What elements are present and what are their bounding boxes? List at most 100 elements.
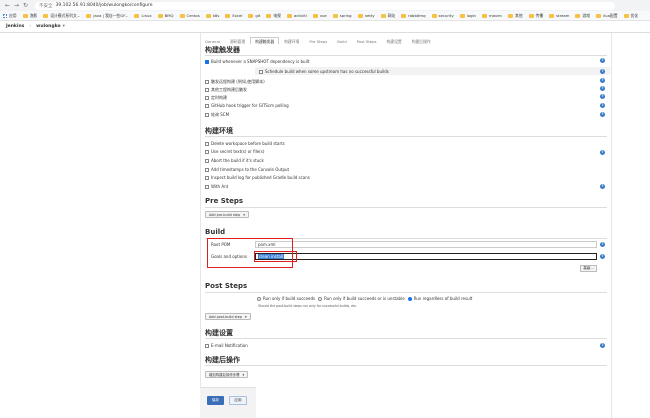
add-post-build-step-button[interactable]: Add post-build step ▾	[205, 313, 251, 320]
trigger-github-hook[interactable]: GitHub hook trigger for GITScm polling	[205, 103, 289, 108]
bookmark-item[interactable]: ilua配置	[596, 13, 618, 19]
checkbox[interactable]	[205, 184, 209, 189]
help-icon[interactable]: ?	[600, 343, 605, 348]
advanced-button[interactable]: 高级...	[580, 265, 597, 272]
folder-icon	[596, 13, 602, 18]
bookmark-item[interactable]: 其他	[507, 13, 523, 19]
env-with-ant[interactable]: With Ant	[205, 184, 228, 189]
checkbox[interactable]	[205, 167, 209, 172]
trigger-snapshot[interactable]: Build whenever a SNAPSHOT dependency is …	[205, 59, 309, 64]
help-icon[interactable]: ?	[600, 254, 605, 259]
checkbox[interactable]	[205, 113, 209, 117]
help-icon[interactable]: ?	[600, 69, 605, 74]
bookmark-item[interactable]: stream	[549, 13, 569, 18]
checkbox[interactable]	[205, 175, 209, 180]
bookmark-item[interactable]: 优化	[623, 13, 638, 19]
chevron-down-icon[interactable]: ▾	[63, 24, 65, 29]
bookmark-item[interactable]: spring	[332, 13, 352, 18]
tab-item[interactable]: Pre Steps	[304, 37, 332, 44]
bookmark-item[interactable]: Java | 我自一些GF...	[86, 13, 128, 19]
bookmark-label: 应用	[9, 12, 17, 18]
bookmark-item[interactable]: 泡影	[22, 13, 37, 19]
radio-run-always[interactable]	[407, 296, 412, 301]
help-icon[interactable]: ?	[600, 112, 605, 117]
bookmark-item[interactable]: activiti	[286, 13, 307, 18]
bookmark-item[interactable]: git	[248, 13, 260, 18]
email-notification[interactable]: E-mail Notification	[205, 343, 248, 348]
forward-icon[interactable]: →	[13, 2, 20, 9]
checkbox[interactable]	[205, 149, 209, 154]
trigger-scm-poll[interactable]: 轮询 SCM	[205, 112, 229, 118]
tab-item[interactable]: Build	[332, 37, 352, 44]
help-icon[interactable]: ?	[600, 184, 605, 189]
trigger-remote[interactable]: 触发远程构建 (例如,使用脚本)	[205, 79, 265, 85]
bookmark-item[interactable]: 游戏	[575, 13, 590, 19]
env-gradle-scans[interactable]: Inspect build log for published Gradle b…	[205, 175, 310, 180]
button-label: Add pre-build step	[209, 212, 241, 217]
checkbox[interactable]	[205, 96, 209, 100]
bookmark-item[interactable]: 电视	[266, 13, 281, 19]
help-icon[interactable]: ?	[600, 103, 605, 108]
url-field[interactable]: 不安全 39.102.56.91:8040/job/wulongko/confi…	[35, 1, 615, 10]
add-post-build-action-button[interactable]: 增加构建后操作步骤 ▾	[205, 371, 249, 378]
bookmark-label: 游戏	[582, 12, 591, 18]
tab-item[interactable]: 构建触发器	[250, 37, 280, 44]
folder-icon	[549, 13, 555, 18]
email-label: E-mail Notification	[211, 343, 248, 348]
tab-item[interactable]: 构建设置	[382, 37, 407, 44]
bookmark-item[interactable]: Linux	[134, 13, 152, 18]
radio-run-unstable[interactable]	[318, 296, 323, 301]
checkbox[interactable]	[205, 343, 209, 348]
env-abort-stuck[interactable]: Abort the build if it's stuck	[205, 158, 264, 163]
trigger-upstream[interactable]: Schedule build when some upstream has no…	[259, 69, 389, 74]
back-icon[interactable]: ←	[4, 2, 11, 9]
tab-item[interactable]: 构建环境	[279, 37, 304, 44]
section-title-pre-steps: Pre Steps	[205, 197, 244, 205]
bookmark-item[interactable]: netty	[357, 13, 375, 18]
trigger-other-project[interactable]: 其他工程构建后触发	[205, 87, 247, 93]
breadcrumb-jenkins[interactable]: Jenkins	[6, 24, 24, 29]
checkbox[interactable]	[205, 88, 209, 92]
save-button[interactable]: 保存	[207, 396, 224, 405]
tab-item[interactable]: General	[200, 37, 225, 44]
help-icon[interactable]: ?	[600, 58, 605, 63]
goals-input[interactable]: clean install	[255, 253, 597, 260]
trigger-periodic[interactable]: 定时构建	[205, 95, 227, 101]
bookmark-item[interactable]: vue	[312, 13, 327, 18]
help-icon[interactable]: ?	[600, 86, 605, 91]
help-icon[interactable]: ?	[600, 78, 605, 83]
bookmark-item[interactable]: BMQ	[157, 13, 174, 18]
tab-item[interactable]: 构建后操作	[407, 37, 436, 44]
tab-item[interactable]: Post Steps	[352, 37, 382, 44]
tab-item[interactable]: 源码管理	[225, 37, 250, 44]
bookmark-item[interactable]: maven	[481, 13, 502, 18]
bookmark-item[interactable]: 传播	[528, 13, 543, 19]
bookmark-item[interactable]: Excel	[225, 13, 242, 18]
reload-icon[interactable]: ↻	[22, 2, 29, 9]
checkbox[interactable]	[205, 103, 209, 108]
bookmark-item[interactable]: k8s	[205, 13, 219, 18]
help-icon[interactable]: ?	[600, 150, 605, 155]
bookmark-item[interactable]: 应用	[3, 13, 17, 19]
checkbox[interactable]	[205, 158, 209, 163]
env-delete-workspace[interactable]: Delete workspace before build starts	[205, 141, 285, 146]
bookmark-item[interactable]: 网站	[380, 13, 395, 19]
apply-button[interactable]: 应用	[229, 396, 247, 405]
checkbox[interactable]	[205, 80, 209, 84]
checkbox[interactable]	[205, 59, 209, 64]
bookmark-item[interactable]: 设计模式系列文...	[43, 13, 80, 19]
bookmark-item[interactable]: security	[431, 13, 454, 18]
help-icon[interactable]: ?	[600, 242, 605, 247]
env-timestamps[interactable]: Add timestamps to the Console Output	[205, 167, 289, 172]
env-secret-text[interactable]: Use secret text(s) or file(s)	[205, 149, 264, 154]
root-pom-input[interactable]: pom.xml	[255, 241, 597, 248]
checkbox[interactable]	[205, 141, 209, 146]
bookmark-item[interactable]: Centos	[179, 13, 200, 18]
help-icon[interactable]: ?	[600, 94, 605, 99]
breadcrumb-job[interactable]: wulongko	[36, 24, 60, 29]
checkbox[interactable]	[259, 69, 263, 74]
bookmark-item[interactable]: login	[459, 13, 476, 18]
radio-run-success[interactable]	[257, 296, 261, 301]
bookmark-item[interactable]: rabbitmq	[401, 13, 426, 18]
add-pre-build-step-button[interactable]: Add pre-build step ▾	[205, 211, 249, 218]
